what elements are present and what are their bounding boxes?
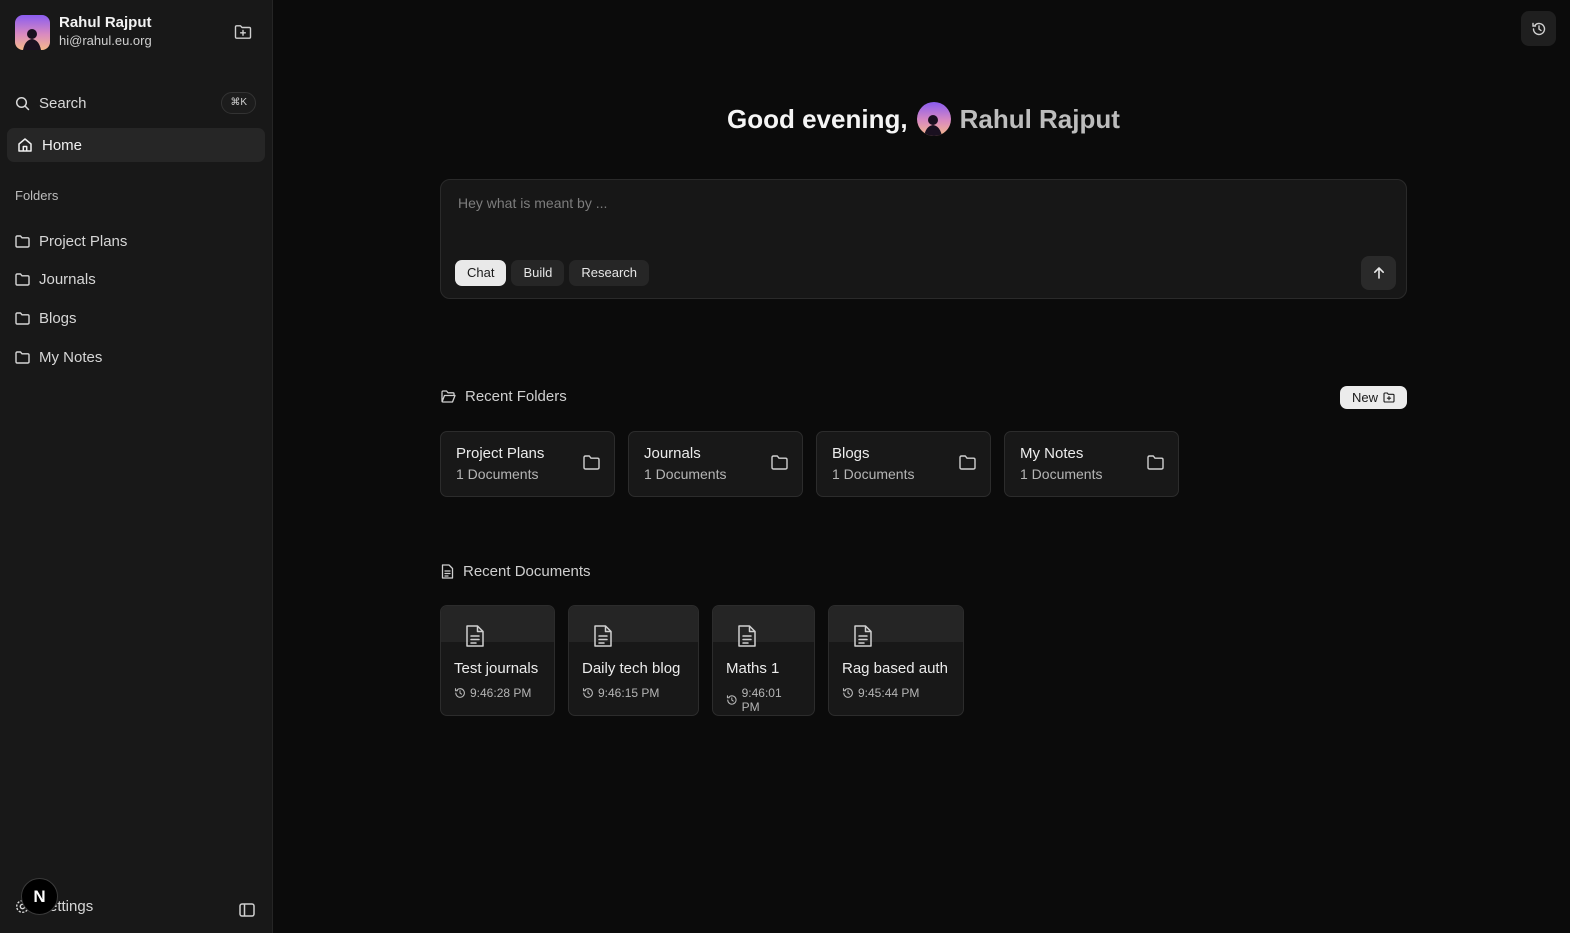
- document-time-text: 9:46:15 PM: [598, 686, 660, 700]
- folder-open-icon: [441, 390, 456, 403]
- n-badge[interactable]: N: [21, 878, 58, 915]
- search-label: Search: [39, 94, 87, 112]
- recent-folders-title: Recent Folders: [465, 388, 567, 405]
- folder-card-name: Journals: [644, 445, 701, 462]
- folder-card-count: 1 Documents: [644, 466, 727, 482]
- document-time-text: 9:45:44 PM: [858, 686, 920, 700]
- document-card[interactable]: Maths 1 9:46:01 PM: [712, 605, 815, 716]
- recent-documents-title: Recent Documents: [463, 563, 591, 580]
- folder-card-name: My Notes: [1020, 445, 1084, 462]
- document-card[interactable]: Test journals 9:46:28 PM: [440, 605, 555, 716]
- folder-icon: [15, 350, 30, 364]
- greeting: Good evening, Rahul Rajput: [727, 100, 1120, 138]
- folder-card-count: 1 Documents: [1020, 466, 1103, 482]
- folder-card-count: 1 Documents: [456, 466, 539, 482]
- sidebar-item-journals[interactable]: Journals: [15, 261, 265, 300]
- sidebar: Rahul Rajput hi@rahul.eu.org Search ⌘K H…: [0, 0, 273, 933]
- mode-chat-button[interactable]: Chat: [455, 260, 507, 286]
- document-title: Test journals: [454, 660, 539, 677]
- user-name: Rahul Rajput: [59, 14, 152, 31]
- document-card[interactable]: Daily tech blog 9:46:15 PM: [568, 605, 699, 716]
- sidebar-item-blogs[interactable]: Blogs: [15, 299, 265, 338]
- recent-documents-heading: Recent Documents: [441, 563, 591, 580]
- history-icon: [726, 695, 737, 705]
- mode-selector: Chat Build Research: [455, 260, 650, 286]
- document-time: 9:46:15 PM: [582, 686, 685, 700]
- avatar: [15, 14, 50, 50]
- sidebar-item-project-plans[interactable]: Project Plans: [15, 222, 265, 261]
- greeting-avatar: [916, 102, 951, 136]
- folder-card-count: 1 Documents: [832, 466, 915, 482]
- document-card[interactable]: Rag based auth 9:45:44 PM: [828, 605, 964, 716]
- folder-icon: [583, 455, 600, 470]
- recent-folders-heading: Recent Folders: [441, 388, 567, 405]
- home-label: Home: [42, 136, 83, 154]
- send-button[interactable]: [1361, 256, 1396, 290]
- sidebar-toggle-icon: [239, 903, 255, 917]
- sidebar-folder-label: Journals: [39, 271, 96, 289]
- folder-plus-icon: [234, 25, 252, 39]
- document-time-text: 9:46:01 PM: [741, 686, 782, 714]
- file-text-icon: [466, 625, 484, 647]
- folder-plus-icon: [1383, 392, 1395, 403]
- folder-card-project-plans[interactable]: Project Plans 1 Documents: [440, 431, 615, 497]
- document-title: Maths 1: [726, 660, 780, 677]
- greeting-text: Good evening,: [727, 103, 908, 134]
- file-text-icon: [854, 625, 872, 647]
- file-text-icon: [738, 625, 756, 647]
- folder-icon: [1147, 455, 1164, 470]
- history-icon: [1531, 22, 1545, 35]
- sidebar-item-my-notes[interactable]: My Notes: [15, 338, 265, 377]
- document-time: 9:46:01 PM: [726, 686, 801, 714]
- document-title: Rag based auth: [842, 660, 948, 677]
- folder-card-name: Project Plans: [456, 445, 545, 462]
- chat-input[interactable]: [458, 192, 1338, 214]
- document-title: Daily tech blog: [582, 660, 681, 677]
- home-icon: [18, 138, 32, 152]
- new-folder-button[interactable]: [232, 22, 254, 42]
- history-icon: [582, 688, 593, 698]
- recent-document-list: Test journals 9:46:28 PM Daily tech blog…: [440, 605, 964, 716]
- sidebar-folder-label: Project Plans: [39, 232, 128, 250]
- folder-card-my-notes[interactable]: My Notes 1 Documents: [1004, 431, 1179, 497]
- sidebar-folder-label: Blogs: [39, 309, 77, 327]
- folder-card-journals[interactable]: Journals 1 Documents: [628, 431, 803, 497]
- history-icon: [842, 688, 853, 698]
- folders-heading: Folders: [15, 188, 59, 203]
- new-folder-pill-button[interactable]: New: [1340, 386, 1407, 409]
- history-button[interactable]: [1521, 11, 1556, 46]
- sidebar-folder-label: My Notes: [39, 348, 103, 366]
- new-label: New: [1351, 390, 1378, 405]
- folder-icon: [771, 455, 788, 470]
- file-text-icon: [594, 625, 612, 647]
- document-time: 9:46:28 PM: [454, 686, 541, 700]
- document-time-text: 9:46:28 PM: [470, 686, 532, 700]
- greeting-name: Rahul Rajput: [959, 103, 1120, 134]
- sidebar-toggle-button[interactable]: [238, 901, 256, 919]
- mode-build-button[interactable]: Build: [511, 260, 565, 286]
- folder-card-name: Blogs: [832, 445, 870, 462]
- folder-card-blogs[interactable]: Blogs 1 Documents: [816, 431, 991, 497]
- document-time: 9:45:44 PM: [842, 686, 950, 700]
- user-email: hi@rahul.eu.org: [59, 33, 152, 48]
- folder-icon: [15, 235, 30, 248]
- user-profile[interactable]: Rahul Rajput hi@rahul.eu.org: [15, 14, 152, 50]
- search-icon: [15, 96, 30, 110]
- mode-research-button[interactable]: Research: [569, 260, 650, 286]
- sidebar-folder-list: Project Plans Journals Blogs My Notes: [15, 222, 265, 376]
- document-icon: [441, 564, 454, 579]
- search-shortcut-badge: ⌘K: [221, 92, 256, 114]
- chat-composer: Chat Build Research: [440, 179, 1407, 299]
- search-button[interactable]: Search ⌘K: [15, 90, 256, 116]
- sidebar-item-home[interactable]: Home: [7, 128, 265, 162]
- recent-folder-list: Project Plans 1 Documents Journals 1 Doc…: [440, 431, 1179, 497]
- folder-icon: [959, 455, 976, 470]
- folder-icon: [15, 273, 30, 287]
- arrow-up-icon: [1373, 267, 1384, 279]
- folder-icon: [15, 312, 30, 325]
- history-icon: [454, 688, 465, 698]
